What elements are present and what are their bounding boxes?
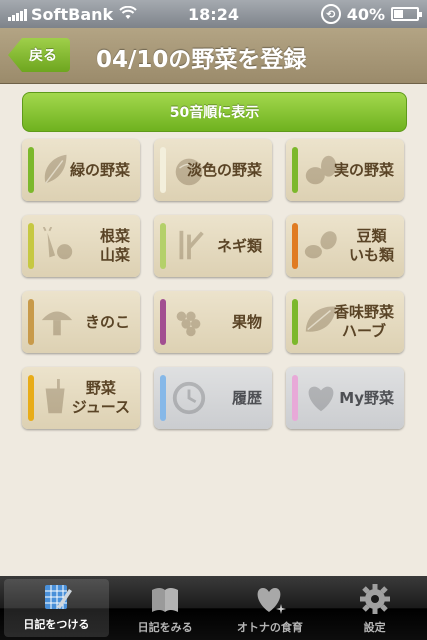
category-color-stripe <box>292 375 298 421</box>
heart-icon <box>308 386 334 412</box>
category-label: きのこ <box>84 312 130 331</box>
category-color-stripe <box>28 375 34 421</box>
back-button[interactable]: 戻る <box>8 38 70 72</box>
category-color-stripe <box>28 299 34 345</box>
category-tile[interactable]: 淡色の野菜 <box>154 139 272 201</box>
grape-icon <box>176 311 201 337</box>
category-tile[interactable]: My野菜 <box>286 367 404 429</box>
book-icon <box>152 588 179 612</box>
clock-icon <box>172 381 206 415</box>
category-label: 根菜 山菜 <box>99 227 130 264</box>
category-tile[interactable]: ネギ類 <box>154 215 272 277</box>
tab-label: オトナの食育 <box>236 621 303 634</box>
battery-percent: 40% <box>346 4 385 24</box>
juice-icon <box>45 379 65 414</box>
category-tile[interactable]: きのこ <box>22 291 140 353</box>
category-label: 果物 <box>231 312 262 331</box>
carrier-name: SoftBank <box>31 4 114 24</box>
category-tile[interactable]: 野菜 ジュース <box>22 367 140 429</box>
category-label: ネギ類 <box>216 236 262 255</box>
battery-icon <box>391 7 422 21</box>
status-bar: SoftBank 18:24 ⟲ 40% <box>0 0 427 28</box>
category-color-stripe <box>160 223 166 269</box>
category-color-stripe <box>292 223 298 269</box>
tab-label: 設定 <box>363 621 386 634</box>
category-label: 野菜 ジュース <box>71 379 130 416</box>
mushroom-icon <box>41 311 73 336</box>
page-title: 04/10の野菜を登録 <box>96 47 307 73</box>
root-vegetable-icon <box>42 227 73 260</box>
category-color-stripe <box>292 299 298 345</box>
tab-heart-sparkle[interactable]: オトナの食育 <box>218 576 323 640</box>
category-color-stripe <box>292 147 298 193</box>
signal-strength-icon <box>8 7 27 21</box>
category-label: 緑の野菜 <box>69 160 130 179</box>
category-tile[interactable]: 香味野菜 ハーブ <box>286 291 404 353</box>
tab-bar: 日記をつける 日記をみる オトナの食育 設定 <box>0 576 427 640</box>
bean-potato-icon <box>304 231 337 259</box>
category-color-stripe <box>160 375 166 421</box>
category-color-stripe <box>160 299 166 345</box>
gear-icon <box>359 584 390 614</box>
category-tile[interactable]: 果物 <box>154 291 272 353</box>
category-tile[interactable]: 根菜 山菜 <box>22 215 140 277</box>
tab-diary-write[interactable]: 日記をつける <box>4 579 109 637</box>
navigation-header: 戻る 04/10の野菜を登録 <box>0 28 427 84</box>
tab-label: 日記をつける <box>23 618 90 631</box>
tab-book[interactable]: 日記をみる <box>113 576 218 640</box>
heart-sparkle-icon <box>257 588 286 614</box>
category-label: 豆類 いも類 <box>348 227 394 264</box>
category-tile[interactable]: 履歴 <box>154 367 272 429</box>
category-tile[interactable]: 緑の野菜 <box>22 139 140 201</box>
category-label: 履歴 <box>231 388 262 407</box>
sort-by-syllabary-button[interactable]: 50音順に表示 <box>22 92 407 132</box>
wifi-icon <box>119 5 137 24</box>
category-tile[interactable]: 豆類 いも類 <box>286 215 404 277</box>
tab-label: 日記をみる <box>137 621 193 634</box>
category-label: 実の野菜 <box>333 160 394 179</box>
category-color-stripe <box>28 147 34 193</box>
diary-write-icon <box>45 585 73 609</box>
category-label: 香味野菜 ハーブ <box>333 303 394 340</box>
rotation-lock-icon: ⟲ <box>320 4 341 24</box>
category-color-stripe <box>28 223 34 269</box>
category-label: My野菜 <box>339 388 394 407</box>
green-onion-icon <box>179 230 204 260</box>
category-label: 淡色の野菜 <box>186 160 262 179</box>
tab-gear[interactable]: 設定 <box>322 576 427 640</box>
category-color-stripe <box>160 147 166 193</box>
category-tile[interactable]: 実の野菜 <box>286 139 404 201</box>
